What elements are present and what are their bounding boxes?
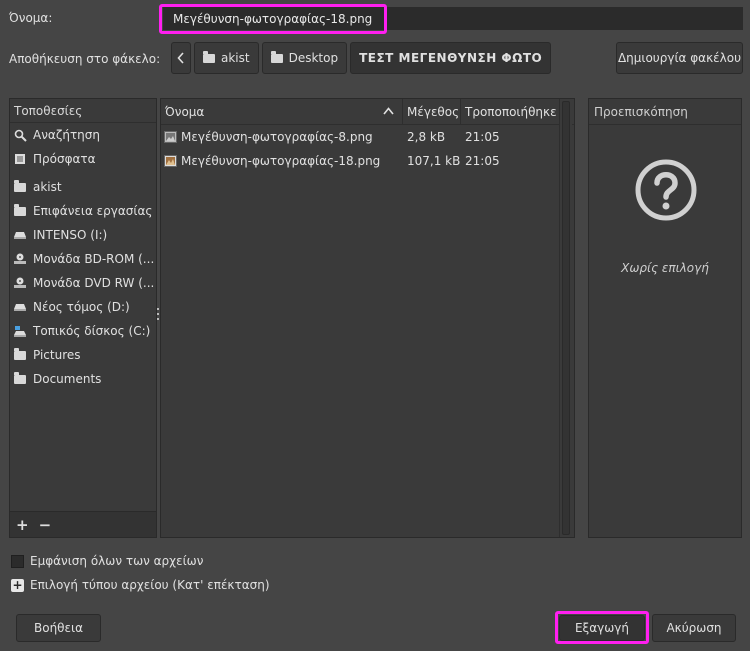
breadcrumb-label: akist xyxy=(221,51,250,65)
filename-field-container[interactable] xyxy=(163,7,743,30)
breadcrumb-desktop[interactable]: Desktop xyxy=(261,42,348,74)
help-button[interactable]: Βοήθεια xyxy=(16,614,101,642)
table-row[interactable]: Μεγέθυνση-φωτογραφίας-8.png 2,8 kB 21:05 xyxy=(161,125,574,149)
scrollbar-thumb[interactable] xyxy=(562,101,570,535)
place-item-search[interactable]: Αναζήτηση xyxy=(10,123,156,147)
column-header-name[interactable]: Όνομα xyxy=(161,99,403,125)
file-name: Μεγέθυνση-φωτογραφίας-18.png xyxy=(181,154,381,168)
place-item-new-volume-d[interactable]: Νέος τόμος (D:) xyxy=(10,295,156,319)
system-drive-icon xyxy=(13,325,27,337)
sort-ascending-icon xyxy=(383,99,394,125)
optical-drive-icon xyxy=(13,277,27,289)
image-file-icon xyxy=(164,155,177,167)
drive-icon xyxy=(13,229,27,241)
export-button[interactable]: Εξαγωγή xyxy=(559,615,645,641)
optical-drive-icon xyxy=(13,253,27,265)
place-item-intenso[interactable]: INTENSO (I:) xyxy=(10,223,156,247)
preview-panel: Προεπισκόπηση Χωρίς επιλογή xyxy=(588,98,742,538)
filename-input[interactable] xyxy=(164,8,742,29)
no-selection-text: Χωρίς επιλογή xyxy=(621,261,709,275)
breadcrumb-current-folder[interactable]: ΤΕΣΤ ΜΕΓΕΝΘΥΝΣΗ ΦΩΤΟ xyxy=(350,42,552,74)
column-header-modified[interactable]: Τροποποιήθηκε xyxy=(461,99,561,125)
places-footer: + − xyxy=(10,511,156,537)
image-file-icon xyxy=(164,131,177,143)
question-mark-icon xyxy=(635,159,697,221)
remove-bookmark-button[interactable]: − xyxy=(39,516,52,534)
places-header: Τοποθεσίες xyxy=(10,99,156,123)
folder-icon xyxy=(13,203,27,217)
recent-icon xyxy=(13,153,27,165)
folder-icon xyxy=(270,50,283,63)
breadcrumb-akist[interactable]: akist xyxy=(194,42,259,74)
cancel-button[interactable]: Ακύρωση xyxy=(652,614,736,642)
add-bookmark-button[interactable]: + xyxy=(16,516,29,534)
column-header-size[interactable]: Μέγεθος xyxy=(403,99,461,125)
show-all-files-option[interactable]: Εμφάνιση όλων των αρχείων xyxy=(11,554,203,568)
file-list-header: Όνομα Μέγεθος Τροποποιήθηκε xyxy=(161,99,574,125)
drive-icon xyxy=(13,301,27,313)
show-all-files-label: Εμφάνιση όλων των αρχείων xyxy=(30,554,204,568)
places-panel: Τοποθεσίες Αναζήτηση Πρόσφατα akist Επιφ… xyxy=(9,98,157,538)
breadcrumb-back-button[interactable] xyxy=(171,42,191,74)
file-modified: 21:05 xyxy=(465,130,500,144)
place-item-pictures[interactable]: Pictures xyxy=(10,343,156,367)
place-item-desktop[interactable]: Επιφάνεια εργασίας xyxy=(10,199,156,223)
breadcrumb-label: ΤΕΣΤ ΜΕΓΕΝΘΥΝΣΗ ΦΩΤΟ xyxy=(359,51,543,65)
file-modified: 21:05 xyxy=(465,154,500,168)
place-item-local-disk-c[interactable]: Τοπικός δίσκος (C:) xyxy=(10,319,156,343)
file-type-expander[interactable]: + Επιλογή τύπου αρχείου (Κατ' επέκταση) xyxy=(11,578,270,592)
search-icon xyxy=(13,129,27,142)
file-type-label: Επιλογή τύπου αρχείου (Κατ' επέκταση) xyxy=(30,578,270,592)
folder-icon xyxy=(13,371,27,385)
place-item-documents[interactable]: Documents xyxy=(10,367,156,391)
file-list-scrollbar[interactable] xyxy=(559,99,572,537)
create-folder-button[interactable]: Δημιουργία φακέλου xyxy=(616,42,743,74)
expander-plus-icon[interactable]: + xyxy=(11,578,24,592)
table-row[interactable]: Μεγέθυνση-φωτογραφίας-18.png 107,1 kB 21… xyxy=(161,149,574,173)
chevron-left-icon xyxy=(177,52,184,64)
folder-icon xyxy=(13,347,27,361)
place-item-akist[interactable]: akist xyxy=(10,175,156,199)
show-all-files-checkbox[interactable] xyxy=(11,554,24,568)
breadcrumb-label: Desktop xyxy=(288,51,339,65)
folder-icon xyxy=(203,50,215,63)
place-item-dvd-rw[interactable]: Μονάδα DVD RW (... xyxy=(10,271,156,295)
place-item-bd-rom[interactable]: Μονάδα BD-ROM (... xyxy=(10,247,156,271)
file-size: 2,8 kB xyxy=(407,130,446,144)
save-in-folder-label: Αποθήκευση στο φάκελο: xyxy=(9,52,161,66)
file-name: Μεγέθυνση-φωτογραφίας-8.png xyxy=(181,130,373,144)
file-list: Όνομα Μέγεθος Τροποποιήθηκε Μεγέθυνση-φω… xyxy=(160,98,575,538)
place-item-recent[interactable]: Πρόσφατα xyxy=(10,147,156,171)
preview-header: Προεπισκόπηση xyxy=(589,99,741,125)
name-label: Όνομα: xyxy=(9,11,53,25)
breadcrumb: akist Desktop ΤΕΣΤ ΜΕΓΕΝΘΥΝΣΗ ΦΩΤΟ xyxy=(171,42,552,74)
file-size: 107,1 kB xyxy=(407,154,461,168)
folder-icon xyxy=(13,179,27,193)
